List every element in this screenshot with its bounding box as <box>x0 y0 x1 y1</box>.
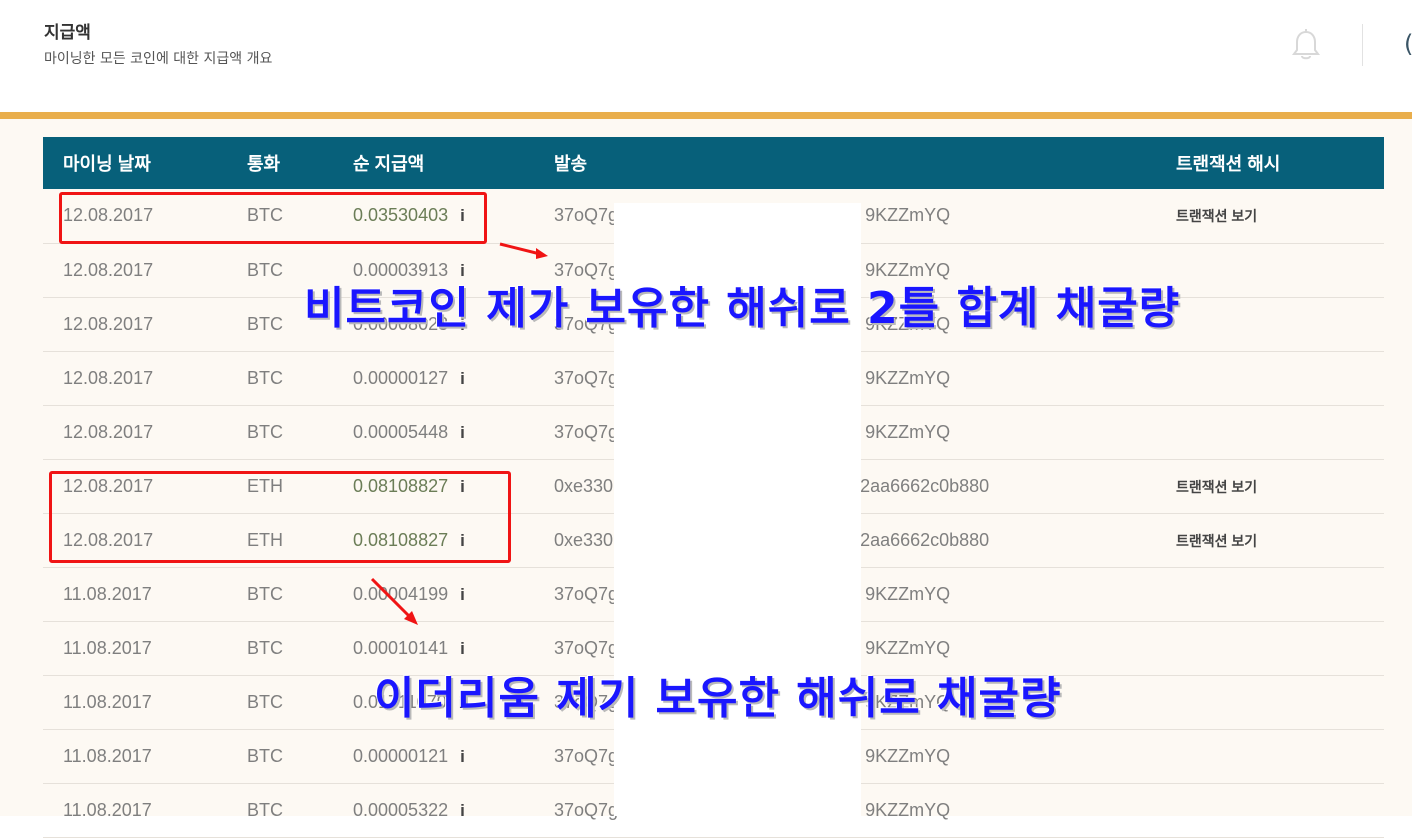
view-transaction-link[interactable]: 트랜잭션 보기 <box>1176 479 1257 495</box>
cell-date: 11.08.2017 <box>63 691 152 712</box>
annotation-eth: 이더리움 제기 보유한 해쉬로 채굴량 <box>374 673 1062 724</box>
sent-address-start: 0xe330 <box>554 475 614 496</box>
info-icon[interactable]: i <box>460 585 465 604</box>
cell-tx <box>1176 729 1384 783</box>
view-transaction-link[interactable]: 트랜잭션 보기 <box>1176 533 1257 549</box>
col-tx-hash[interactable]: 트랜잭션 해시 <box>1176 137 1384 189</box>
cell-date: 12.08.2017 <box>63 259 154 280</box>
cell-amount: 0.00005322 i <box>353 783 554 837</box>
cell-amount: 0.00005448 i <box>353 405 554 459</box>
cell-currency: BTC <box>247 745 283 766</box>
cell-date: 12.08.2017 <box>63 421 154 442</box>
highlight-eth-rows <box>49 471 511 563</box>
cell-currency: BTC <box>247 799 283 820</box>
accent-bar <box>0 112 1412 119</box>
cell-tx <box>1176 675 1384 729</box>
cell-tx <box>1176 243 1384 297</box>
cell-currency: BTC <box>247 691 283 712</box>
amount-value: 0.00000121 <box>353 745 449 766</box>
page-title: 지급액 <box>44 23 91 43</box>
sent-address-start: 37oQ7g <box>554 745 619 766</box>
sent-address-end: 2aa6662c0b880 <box>860 529 990 550</box>
user-menu-edge[interactable]: ( <box>1404 30 1412 58</box>
sent-address-start: 37oQ7g <box>554 205 619 226</box>
cell-tx <box>1176 567 1384 621</box>
cell-tx <box>1176 351 1384 405</box>
cell-date: 11.08.2017 <box>63 583 152 604</box>
amount-value: 0.00005448 <box>353 421 449 442</box>
cell-currency: BTC <box>247 367 283 388</box>
bell-icon[interactable] <box>1290 28 1322 62</box>
cell-currency: BTC <box>247 421 283 442</box>
cell-date: 12.08.2017 <box>63 313 154 334</box>
info-icon[interactable]: i <box>460 801 465 820</box>
cell-tx <box>1176 297 1384 351</box>
cell-tx: 트랜잭션 보기 <box>1176 189 1384 243</box>
cell-currency: BTC <box>247 637 283 658</box>
col-net-payout[interactable]: 순 지급액 <box>353 137 554 189</box>
sent-address-end: 9KZZmYQ <box>865 205 951 226</box>
info-icon[interactable]: i <box>460 639 465 658</box>
page-subtitle: 마이닝한 모든 코인에 대한 지급액 개요 <box>44 51 273 67</box>
sent-address-end: 9KZZmYQ <box>865 799 951 820</box>
sent-address-start: 37oQ7g <box>554 421 619 442</box>
info-icon[interactable]: i <box>460 747 465 766</box>
cell-currency: BTC <box>247 583 283 604</box>
cell-tx <box>1176 405 1384 459</box>
amount-value: 0.00000127 <box>353 367 449 388</box>
cell-date: 12.08.2017 <box>63 367 154 388</box>
amount-value: 0.00010141 <box>353 637 449 658</box>
highlight-btc-row <box>59 192 487 244</box>
table-header: 마이닝 날짜 통화 순 지급액 발송 트랜잭션 해시 <box>43 137 1384 189</box>
sent-address-end: 2aa6662c0b880 <box>860 475 990 496</box>
arrow-icon <box>370 577 418 625</box>
sent-address-start: 0xe330 <box>554 529 614 550</box>
amount-value: 0.00005322 <box>353 799 449 820</box>
sent-address-end: 9KZZmYQ <box>865 745 951 766</box>
col-sent[interactable]: 발송 <box>554 137 1176 189</box>
cell-date: 11.08.2017 <box>63 745 152 766</box>
cell-amount: 0.00000121 i <box>353 729 554 783</box>
sent-address-start: 37oQ7g <box>554 637 619 658</box>
view-transaction-link[interactable]: 트랜잭션 보기 <box>1176 208 1257 224</box>
sent-address-start: 37oQ7g <box>554 799 619 820</box>
sent-address-end: 9KZZmYQ <box>865 637 951 658</box>
cell-tx: 트랜잭션 보기 <box>1176 513 1384 567</box>
sent-address-start: 37oQ7g <box>554 367 619 388</box>
info-icon[interactable]: i <box>460 423 465 442</box>
sent-address-start: 37oQ7g <box>554 583 619 604</box>
cell-amount: 0.00000127 i <box>353 351 554 405</box>
info-icon[interactable]: i <box>460 369 465 388</box>
cell-date: 11.08.2017 <box>63 637 152 658</box>
cell-date: 11.08.2017 <box>63 799 152 820</box>
sent-address-end: 9KZZmYQ <box>865 367 951 388</box>
arrow-icon <box>499 242 548 259</box>
cell-tx: 트랜잭션 보기 <box>1176 459 1384 513</box>
cell-tx <box>1176 783 1384 837</box>
col-mining-date[interactable]: 마이닝 날짜 <box>43 137 247 189</box>
sent-address-end: 9KZZmYQ <box>865 583 951 604</box>
col-currency[interactable]: 통화 <box>247 137 353 189</box>
header-divider <box>1362 24 1363 66</box>
cell-tx <box>1176 621 1384 675</box>
annotation-btc: 비트코인 제가 보유한 해쉬로 2틀 합계 채굴량 <box>304 283 1181 334</box>
sent-address-end: 9KZZmYQ <box>865 421 951 442</box>
page-header: 지급액 마이닝한 모든 코인에 대한 지급액 개요 ( <box>0 0 1412 112</box>
